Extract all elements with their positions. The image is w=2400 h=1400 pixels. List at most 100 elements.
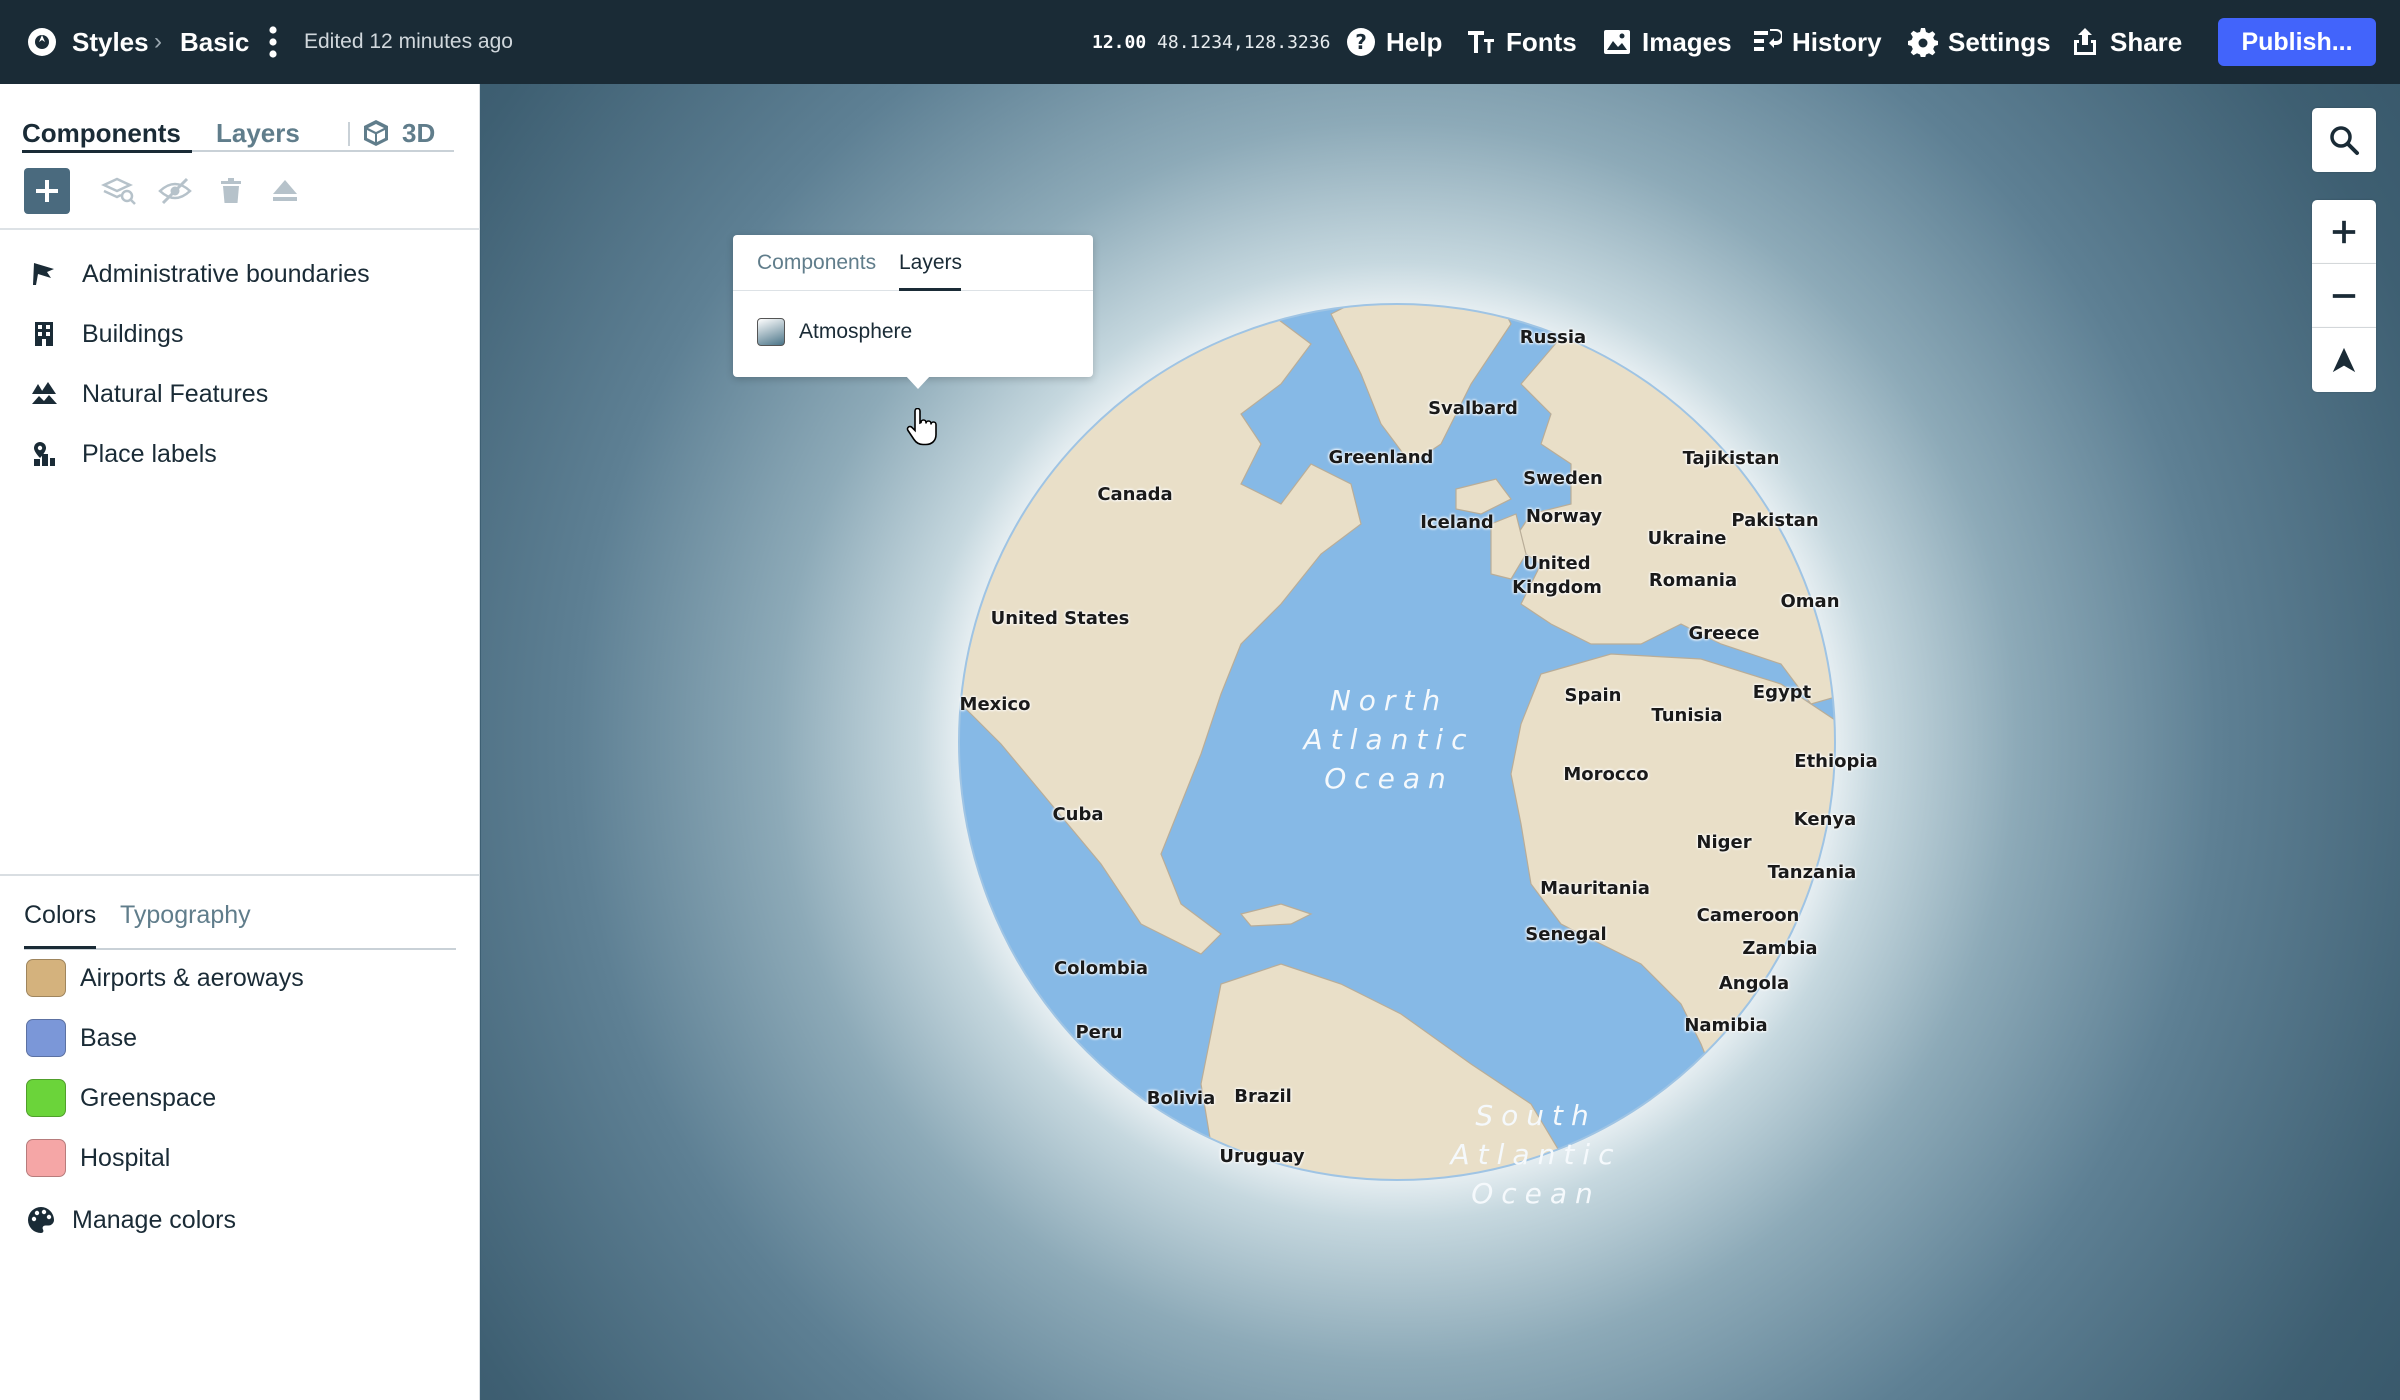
- eject-component-button[interactable]: [262, 168, 308, 214]
- color-label: Hospital: [80, 1143, 171, 1172]
- map-label: United States: [990, 608, 1130, 629]
- share-button[interactable]: Share: [2070, 24, 2182, 60]
- eye-off-icon: [158, 177, 192, 205]
- help-icon: ?: [1347, 28, 1375, 56]
- color-swatch[interactable]: [26, 959, 66, 997]
- map-label: Kenya: [1793, 809, 1857, 830]
- map-label: Tunisia: [1651, 705, 1723, 726]
- map-label: Iceland: [1420, 512, 1494, 533]
- map-label: Mauritania: [1540, 878, 1650, 899]
- ocean-label-north-atlantic: North Atlantic Ocean: [1304, 681, 1475, 798]
- gear-icon: [1908, 28, 1938, 57]
- color-item-airports[interactable]: Airports & aeroways: [26, 956, 304, 1000]
- sidebar-tabs: Components Layers 3D: [22, 102, 454, 153]
- map-label-line: Kingdom: [1512, 577, 1602, 598]
- section-divider: [0, 874, 480, 876]
- color-item-hospital[interactable]: Hospital: [26, 1136, 170, 1180]
- images-icon: [1604, 30, 1630, 54]
- component-item-natural-features[interactable]: Natural Features: [30, 374, 268, 414]
- popover-tab-components[interactable]: Components: [757, 251, 876, 275]
- studio-logo-icon[interactable]: [26, 26, 58, 58]
- trees-icon: [32, 382, 57, 404]
- settings-button[interactable]: Settings: [1908, 24, 2051, 60]
- zoom-in-button[interactable]: [2312, 200, 2376, 264]
- fonts-button[interactable]: Fonts: [1466, 24, 1577, 60]
- toolbar-divider: [0, 228, 480, 230]
- active-tab-indicator: [22, 150, 192, 153]
- map-coordinates: 48.1234,128.3236: [1157, 32, 1331, 53]
- place-label-icon: [34, 442, 55, 466]
- delete-layer-button[interactable]: [208, 168, 254, 214]
- tab-layers[interactable]: Layers: [216, 118, 300, 148]
- map-label: Senegal: [1525, 924, 1607, 945]
- history-button[interactable]: History: [1752, 24, 1882, 60]
- color-swatch[interactable]: [26, 1079, 66, 1117]
- isolate-layer-button[interactable]: [96, 168, 142, 214]
- popover-layer-item[interactable]: Atmosphere: [757, 317, 912, 347]
- ocean-label-line: Atlantic: [1450, 1138, 1622, 1171]
- color-swatch[interactable]: [26, 1019, 66, 1057]
- map-search-button[interactable]: [2312, 108, 2376, 172]
- ocean-label-line: North: [1329, 684, 1449, 717]
- component-item-place-labels[interactable]: Place labels: [30, 434, 217, 474]
- ocean-label-south-atlantic: South Atlantic Ocean: [1451, 1096, 1622, 1213]
- tab-3d[interactable]: 3D: [360, 118, 435, 148]
- breadcrumb-current-style[interactable]: Basic: [180, 26, 249, 58]
- color-label: Base: [80, 1023, 137, 1052]
- map-label: Angola: [1718, 973, 1790, 994]
- map-label: Cuba: [1052, 804, 1104, 825]
- tab-components[interactable]: Components: [22, 118, 181, 148]
- color-label: Airports & aeroways: [80, 963, 304, 992]
- map-label: Uruguay: [1219, 1146, 1305, 1167]
- layer-search-icon: [101, 177, 136, 205]
- map-label: Sweden: [1523, 468, 1603, 489]
- zoom-level: 12.00: [1092, 32, 1147, 53]
- tab-colors[interactable]: Colors: [24, 900, 96, 930]
- fonts-icon: [1468, 31, 1494, 53]
- zoom-out-button[interactable]: [2312, 264, 2376, 328]
- manage-colors-button[interactable]: Manage colors: [26, 1198, 236, 1242]
- last-edited-status: Edited 12 minutes ago: [304, 30, 513, 53]
- map-label: Romania: [1648, 570, 1738, 591]
- manage-colors-label: Manage colors: [72, 1205, 236, 1234]
- color-item-base[interactable]: Base: [26, 1016, 137, 1060]
- cube-icon: [364, 120, 388, 146]
- settings-label: Settings: [1948, 26, 2051, 57]
- map-label: Zambia: [1742, 938, 1818, 959]
- popover-tab-layers[interactable]: Layers: [899, 251, 962, 275]
- hide-layer-button[interactable]: [152, 168, 198, 214]
- map-label-line: United: [1523, 553, 1591, 574]
- inspect-popover: Components Layers Atmosphere: [733, 235, 1093, 389]
- help-button[interactable]: ? Help: [1346, 24, 1442, 60]
- map-label: Spain: [1564, 685, 1622, 706]
- hand-cursor-icon: [906, 408, 937, 446]
- popover-arrow: [905, 375, 931, 389]
- breadcrumb-styles[interactable]: Styles: [72, 26, 149, 58]
- tab-3d-label: 3D: [402, 118, 436, 148]
- map-label: Ethiopia: [1794, 751, 1878, 772]
- map-label: Greece: [1688, 623, 1760, 644]
- component-item-admin-boundaries[interactable]: Administrative boundaries: [30, 254, 370, 294]
- ocean-label-line: Ocean: [1324, 762, 1454, 795]
- map-label: Ukraine: [1647, 528, 1727, 549]
- map-label: Namibia: [1684, 1015, 1768, 1036]
- active-style-tab-indicator: [24, 946, 96, 949]
- reset-bearing-button[interactable]: [2312, 328, 2376, 392]
- palette-icon: [28, 1207, 54, 1233]
- more-options-icon[interactable]: [262, 22, 284, 62]
- search-icon: [2330, 126, 2359, 155]
- top-bar: Styles › Basic Edited 12 minutes ago 12.…: [0, 0, 2400, 84]
- history-label: History: [1792, 26, 1882, 57]
- tab-typography[interactable]: Typography: [120, 900, 251, 930]
- plus-icon: [36, 180, 58, 202]
- images-button[interactable]: Images: [1602, 24, 1732, 60]
- eject-icon: [273, 180, 297, 201]
- add-component-button[interactable]: [24, 168, 70, 214]
- publish-button[interactable]: Publish...: [2218, 18, 2376, 66]
- ocean-label-line: South: [1475, 1099, 1597, 1132]
- color-swatch[interactable]: [26, 1139, 66, 1177]
- plus-icon: [2332, 220, 2356, 243]
- map-label: Canada: [1097, 484, 1173, 505]
- component-item-buildings[interactable]: Buildings: [30, 314, 183, 354]
- color-item-greenspace[interactable]: Greenspace: [26, 1076, 216, 1120]
